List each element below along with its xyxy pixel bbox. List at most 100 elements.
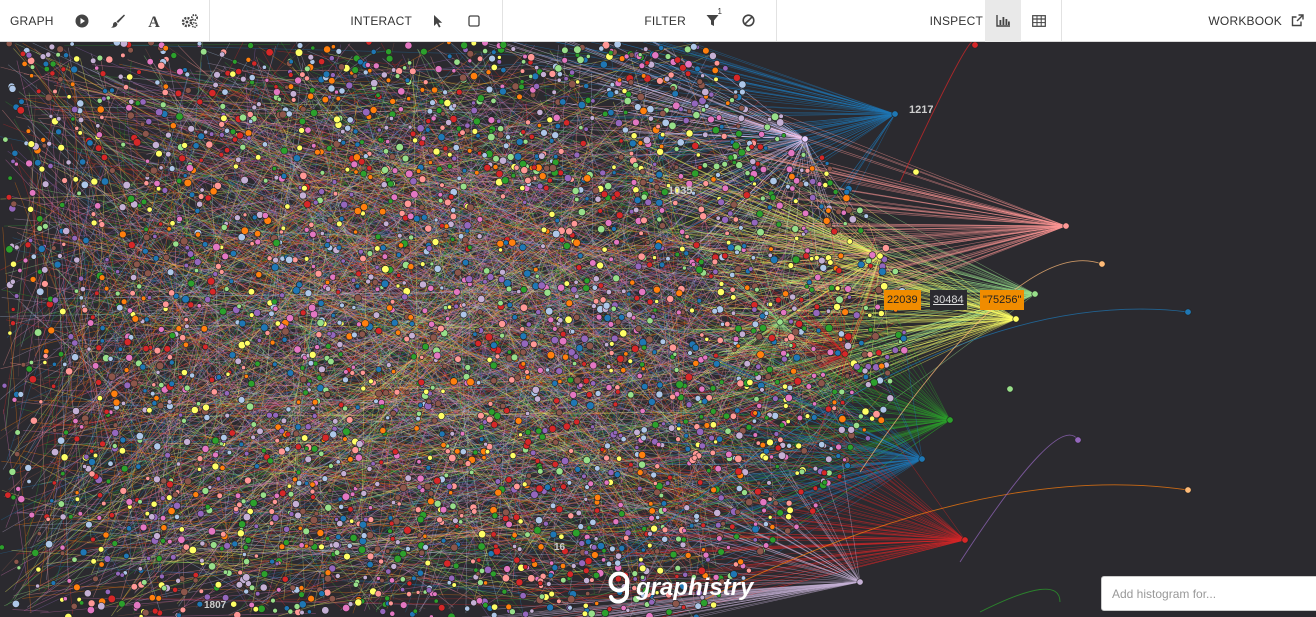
table-button[interactable] xyxy=(1021,0,1057,42)
graph-node xyxy=(390,499,396,505)
graph-node xyxy=(200,48,208,56)
graph-node xyxy=(452,144,460,152)
graph-node xyxy=(390,536,396,542)
exclude-button[interactable] xyxy=(730,0,766,42)
graph-node xyxy=(50,580,57,586)
graph-node xyxy=(619,329,628,338)
graph-node xyxy=(327,84,336,93)
graph-node xyxy=(752,432,758,438)
graph-canvas[interactable]: 1217 1035 16 1807 22039 30484 "75256" xyxy=(0,42,1316,617)
graph-node xyxy=(47,326,56,335)
graph-node xyxy=(169,359,175,366)
graph-node xyxy=(827,259,834,266)
graph-node xyxy=(786,442,792,449)
graph-node xyxy=(159,573,165,580)
graph-node xyxy=(763,145,769,151)
graph-node xyxy=(813,303,820,310)
graph-node xyxy=(658,143,665,150)
workbook-open-button[interactable] xyxy=(1282,0,1312,42)
pointer-button[interactable] xyxy=(420,0,456,42)
graph-node xyxy=(202,343,209,351)
graph-node xyxy=(208,89,217,97)
graph-node xyxy=(546,351,556,360)
graph-node xyxy=(811,372,817,379)
graph-node xyxy=(303,75,310,82)
graph-node xyxy=(861,407,870,416)
graph-node xyxy=(434,400,442,407)
graph-node xyxy=(79,286,86,293)
graph-node xyxy=(128,241,136,249)
graph-node xyxy=(358,545,367,554)
graph-node xyxy=(30,416,38,425)
graph-node xyxy=(648,501,654,507)
graph-node xyxy=(608,350,615,356)
graph-node xyxy=(344,166,351,173)
graph-node xyxy=(730,294,737,301)
graph-node xyxy=(802,252,810,260)
graph-node xyxy=(118,600,126,608)
graph-node xyxy=(63,429,69,436)
graph-node xyxy=(651,421,660,429)
graph-node xyxy=(717,288,725,296)
graph-node xyxy=(270,597,276,604)
graph-node xyxy=(16,106,25,115)
workbook-group: WORKBOOK xyxy=(1062,0,1316,41)
graph-node xyxy=(696,427,705,436)
graph-node xyxy=(606,364,612,370)
graph-visualization[interactable] xyxy=(0,42,1316,617)
graph-node xyxy=(733,533,740,540)
filter-button[interactable]: 1 xyxy=(694,0,730,42)
exclude-icon xyxy=(741,14,755,27)
graph-node xyxy=(112,443,118,449)
graph-node xyxy=(254,230,262,238)
graph-node xyxy=(852,311,861,319)
graph-node xyxy=(546,603,554,612)
graph-node xyxy=(410,130,417,137)
graph-node xyxy=(146,206,153,213)
graph-node xyxy=(318,543,325,551)
graph-node xyxy=(446,483,453,490)
graph-node xyxy=(10,494,17,501)
graph-node xyxy=(466,50,474,58)
graph-node xyxy=(343,552,351,561)
graph-node xyxy=(613,42,622,49)
graph-node xyxy=(253,553,259,559)
graph-node xyxy=(563,76,569,82)
graph-node xyxy=(419,354,425,360)
graph-node xyxy=(824,324,834,333)
graph-node xyxy=(793,198,799,204)
graph-node xyxy=(572,528,581,538)
box-select-button[interactable] xyxy=(456,0,492,42)
graph-node xyxy=(215,476,222,482)
graph-node xyxy=(53,260,62,269)
graph-node xyxy=(707,115,715,124)
graph-node xyxy=(61,177,68,184)
graph-node xyxy=(167,538,173,545)
graph-node xyxy=(168,165,176,172)
graph-node xyxy=(664,480,671,486)
graph-node xyxy=(445,316,450,322)
graph-node xyxy=(442,145,449,152)
graph-node xyxy=(242,552,247,557)
graph-node xyxy=(729,272,736,279)
graph-node xyxy=(729,97,735,104)
histogram-button[interactable] xyxy=(985,0,1021,42)
graph-node xyxy=(339,302,345,309)
settings-button[interactable] xyxy=(172,0,208,42)
play-button[interactable] xyxy=(64,0,100,42)
graph-node xyxy=(721,184,729,192)
label-button[interactable]: A xyxy=(136,0,172,42)
graph-node xyxy=(818,256,826,265)
brush-button[interactable] xyxy=(100,0,136,42)
graph-node xyxy=(428,320,435,328)
graph-node xyxy=(175,112,184,121)
graph-node xyxy=(381,265,390,274)
graph-node xyxy=(612,430,618,436)
graph-node xyxy=(647,115,654,122)
graph-node xyxy=(476,557,482,563)
graph-node xyxy=(757,143,764,151)
graph-node xyxy=(669,550,678,559)
graph-node xyxy=(637,140,644,146)
graph-node xyxy=(220,531,227,538)
graph-node xyxy=(301,185,308,192)
